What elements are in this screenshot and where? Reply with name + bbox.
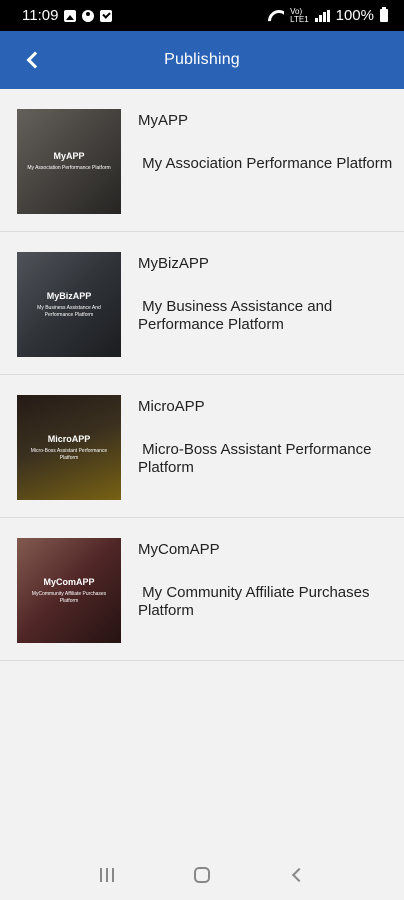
thumbnail-microapp: MicroAPP Micro-Boss Assistant Performanc… [17,395,121,500]
list-item-microapp[interactable]: MicroAPP Micro-Boss Assistant Performanc… [0,375,404,518]
item-description: My Association Performance Platform [138,155,393,172]
thumbnail-title: MyBizAPP [46,290,92,301]
thumbnail-title: MyAPP [53,151,85,161]
item-title: MicroAPP [138,398,205,415]
list-item-myapp[interactable]: MyAPP My Association Performance Platfor… [0,89,404,232]
item-title: MyComAPP [138,541,220,558]
status-right: Vo) LTE1 100% [268,7,388,24]
list-item-mycomapp[interactable]: MyComAPP MyCommunity Affiliate Purchases… [0,518,404,661]
thumbnail-overlay: MicroAPP Micro-Boss Assistant Performanc… [17,395,121,500]
network-lte-label: LTE1 [290,14,309,24]
item-description: My Community Affiliate Purchases Platfor… [138,584,374,619]
thumbnail-mycomapp: MyComAPP MyCommunity Affiliate Purchases… [17,538,121,643]
thumbnail-title: MicroAPP [47,433,91,444]
thumbnail-title: MyComAPP [43,576,95,587]
page-title: Publishing [164,51,240,68]
thumbnail-myapp: MyAPP My Association Performance Platfor… [17,109,121,214]
item-title: MyBizAPP [138,255,209,272]
status-time: 11:09 [22,7,59,24]
status-bar: 11:09 Vo) LTE1 100% [0,0,404,31]
back-button[interactable] [16,43,50,77]
recents-button[interactable] [87,860,127,890]
back-icon [291,867,306,883]
item-description: My Business Assistance and Performance P… [138,298,337,333]
wifi-icon [268,10,284,22]
gallery-notification-icon [64,9,77,22]
status-left: 11:09 [22,7,113,24]
thumbnail-subtitle: Micro-Boss Assistant Performance Platfor… [30,447,108,461]
battery-icon [380,7,388,22]
publishing-list: MyAPP My Association Performance Platfor… [0,89,404,661]
home-icon [193,867,210,883]
thumbnail-overlay: MyComAPP MyCommunity Affiliate Purchases… [17,538,121,643]
thumbnail-overlay: MyAPP My Association Performance Platfor… [17,109,121,214]
system-back-button[interactable] [277,860,317,890]
checkbox-notification-icon [100,9,113,22]
item-title: MyAPP [138,112,189,129]
thumbnail-subtitle: My Association Performance Platform [27,165,111,171]
chevron-left-icon [26,51,44,69]
thumbnail-mybizapp: MyBizAPP My Business Assistance And Perf… [17,252,121,357]
app-bar: Publishing [0,31,404,89]
network-type: Vo) LTE1 [290,7,309,24]
recents-icon [100,868,115,882]
item-description: Micro-Boss Assistant Performance Platfor… [138,441,376,476]
signal-icon [314,9,330,22]
battery-percent: 100% [335,7,374,24]
system-nav-bar [0,850,404,900]
thumbnail-subtitle: MyCommunity Affiliate Purchases Platform [31,590,107,604]
home-button[interactable] [182,860,222,890]
account-notification-icon [82,9,95,22]
thumbnail-overlay: MyBizAPP My Business Assistance And Perf… [17,252,121,357]
list-item-mybizapp[interactable]: MyBizAPP My Business Assistance And Perf… [0,232,404,375]
thumbnail-subtitle: My Business Assistance And Performance P… [37,304,101,318]
